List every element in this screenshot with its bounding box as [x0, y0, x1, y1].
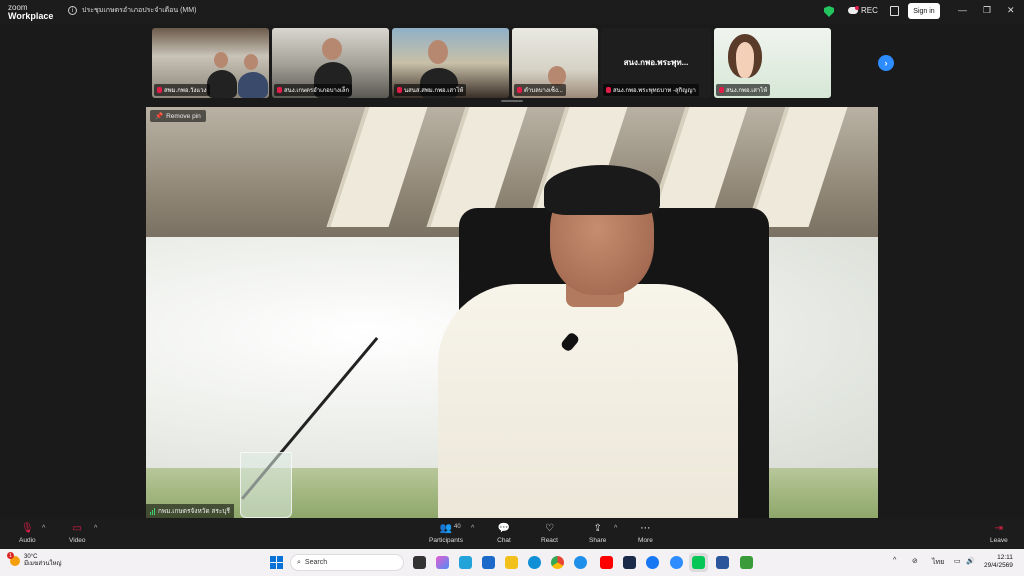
participant-name: นสนส.สพม.กพอ.เสาไห้ — [394, 84, 467, 96]
participant-name: สนง.เกษตรอำเภอบางเล็ก — [274, 84, 353, 96]
main-video[interactable]: 📌 Remove pin กพม.เกษตรจังหวัด สระบุรี — [146, 107, 878, 518]
app-icon[interactable] — [740, 556, 753, 569]
participant-tile[interactable]: นสนส.สพม.กพอ.เสาไห้ — [392, 28, 509, 98]
tray-chevron-icon[interactable]: ^ — [893, 557, 896, 564]
video-button[interactable]: ▭ Video — [69, 522, 86, 545]
share-options-chevron-icon[interactable]: ^ — [614, 525, 617, 532]
restore-icon[interactable]: ❐ — [983, 5, 991, 16]
muted-mic-icon — [719, 87, 724, 93]
share-screen-icon: ⇪ — [593, 522, 602, 534]
muted-mic-icon — [517, 87, 522, 93]
calendar-icon[interactable] — [890, 6, 899, 16]
more-icon: ⋯ — [640, 522, 651, 534]
word-icon[interactable] — [716, 556, 729, 569]
video-off-icon: ▭ — [72, 522, 82, 534]
brand-bottom: Workplace — [8, 11, 54, 21]
share-button[interactable]: ⇪ Share — [589, 522, 606, 545]
sign-in-button[interactable]: Sign in — [908, 3, 940, 19]
file-explorer-icon[interactable] — [505, 556, 518, 569]
participant-name: ตำบลบางเซ็ง... — [514, 84, 566, 96]
language-indicator[interactable]: ไทย — [932, 557, 944, 568]
meeting-title: ประชุมเกษตรอำเภอประจำเดือน (MM) — [82, 7, 197, 14]
chrome-icon[interactable] — [551, 556, 564, 569]
line-icon[interactable] — [692, 556, 705, 569]
weather-badge: 1 — [7, 552, 14, 559]
close-icon[interactable]: ✕ — [1007, 5, 1015, 16]
leave-icon: ⇥ — [994, 522, 1004, 534]
app-icon[interactable] — [574, 556, 587, 569]
security-shield-icon[interactable] — [824, 6, 834, 17]
youtube-icon[interactable] — [600, 556, 613, 569]
network-icon[interactable]: ▭ — [954, 557, 961, 565]
record-button[interactable]: REC — [848, 6, 878, 15]
participant-tile[interactable]: ตำบลบางเซ็ง... — [512, 28, 598, 98]
participant-tile[interactable]: สพม.กพอ.วังแวง — [152, 28, 269, 98]
tray-app-icon[interactable]: ⊘ — [912, 557, 918, 565]
cloud-record-icon — [848, 6, 859, 14]
water-glass — [240, 452, 292, 518]
taskbar-search[interactable]: ⌕ Search — [290, 554, 404, 571]
edge-icon[interactable] — [528, 556, 541, 569]
search-placeholder: Search — [304, 559, 328, 566]
chat-icon: 💬 — [497, 522, 511, 534]
clock-date: 29/4/2569 — [984, 562, 1013, 569]
muted-mic-icon — [397, 87, 402, 93]
participant-name: สพม.กพอ.วังแวง — [154, 84, 210, 96]
weather-desc: มีเมฆส่วนใหญ่ — [24, 561, 62, 567]
strip-drag-handle[interactable] — [501, 100, 523, 102]
muted-mic-icon — [606, 87, 611, 93]
meeting-toolbar: 🎙 Audio ^ ▭ Video ^ 👥 Participants 40 ^ … — [0, 519, 1024, 549]
signal-icon — [150, 507, 155, 515]
meeting-info[interactable]: i ประชุมเกษตรอำเภอประจำเดือน (MM) — [68, 5, 196, 16]
title-bar: zoom Workplace i ประชุมเกษตรอำเภอประจำเด… — [0, 0, 1024, 24]
speaker-suit — [438, 284, 738, 518]
participant-display-name: สนง.กพอ.พระพุท... — [623, 58, 689, 67]
participant-tile[interactable]: สนง.กพอ.พระพุท... สนง.กพอ.พระพุทธบาท -สุ… — [601, 28, 711, 98]
copilot-icon[interactable] — [436, 556, 449, 569]
video-options-chevron-icon[interactable]: ^ — [94, 525, 97, 532]
volume-icon[interactable]: 🔊 — [966, 557, 975, 565]
weather-sun-icon: 1 — [7, 552, 20, 566]
avatar — [728, 34, 762, 78]
weather-temp: 30°C — [24, 554, 38, 560]
facebook-icon[interactable] — [646, 556, 659, 569]
more-button[interactable]: ⋯ More — [638, 522, 653, 545]
participant-name: สนง.กพอ.เสาไห้ — [716, 84, 771, 96]
audio-button[interactable]: 🎙 Audio — [19, 522, 36, 545]
chat-button[interactable]: 💬 Chat — [497, 522, 511, 545]
participants-options-chevron-icon[interactable]: ^ — [471, 525, 474, 532]
search-icon: ⌕ — [297, 558, 301, 566]
participants-count: 40 — [454, 524, 461, 530]
remove-pin-button[interactable]: 📌 Remove pin — [150, 110, 206, 122]
windows-taskbar: 1 30°C มีเมฆส่วนใหญ่ ⌕ Search ^ ⊘ ไทย ▭ … — [0, 549, 1024, 576]
audio-options-chevron-icon[interactable]: ^ — [42, 525, 45, 532]
app-icon[interactable] — [459, 556, 472, 569]
leave-button[interactable]: ⇥ Leave — [990, 522, 1008, 545]
zoom-app-icon[interactable] — [670, 556, 683, 569]
weather-widget[interactable]: 1 30°C มีเมฆส่วนใหญ่ — [7, 552, 62, 568]
task-view-icon[interactable] — [413, 556, 426, 569]
muted-mic-icon — [277, 87, 282, 93]
minimize-icon[interactable]: — — [958, 5, 967, 15]
muted-mic-icon — [157, 87, 162, 93]
muted-microphone-icon: 🎙 — [20, 522, 34, 534]
zoom-logo: zoom Workplace — [8, 3, 53, 21]
participants-icon: 👥 — [439, 522, 453, 534]
app-icon[interactable] — [623, 556, 636, 569]
react-button[interactable]: ♡ React — [541, 522, 558, 545]
next-page-button[interactable]: › — [878, 55, 894, 71]
participant-strip: สพม.กพอ.วังแวง สนง.เกษตรอำเภอบางเล็ก นสน… — [152, 28, 831, 98]
speaker-name-label: กพม.เกษตรจังหวัด สระบุรี — [146, 504, 234, 518]
clock-time: 12:11 — [997, 554, 1013, 561]
pin-icon: 📌 — [155, 113, 164, 120]
info-icon[interactable]: i — [68, 6, 77, 15]
rec-label: REC — [861, 6, 878, 15]
participant-tile[interactable]: สนง.เกษตรอำเภอบางเล็ก — [272, 28, 389, 98]
start-button-icon[interactable] — [270, 556, 283, 569]
app-icon[interactable] — [482, 556, 495, 569]
heart-icon: ♡ — [545, 522, 554, 534]
participant-name: สนง.กพอ.พระพุทธบาท -สุกิญญา — [603, 84, 699, 96]
participant-tile[interactable]: สนง.กพอ.เสาไห้ — [714, 28, 831, 98]
system-clock[interactable]: 12:11 29/4/2569 — [984, 554, 1013, 570]
